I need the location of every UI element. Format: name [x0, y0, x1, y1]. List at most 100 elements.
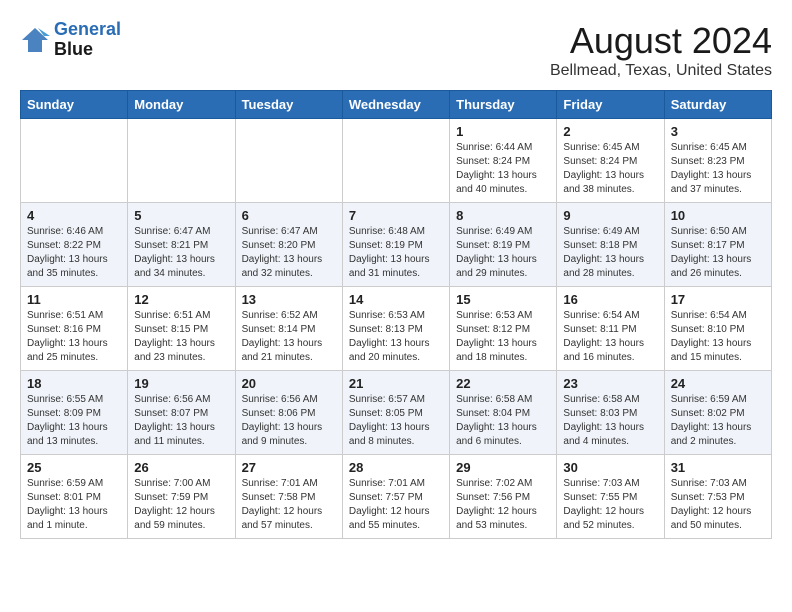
calendar-cell: 22 Sunrise: 6:58 AM Sunset: 8:04 PM Dayli… [450, 371, 557, 455]
day-info: Sunrise: 6:55 AM Sunset: 8:09 PM Dayligh… [27, 393, 121, 449]
day-number: 21 [349, 376, 443, 391]
logo-text: General Blue [54, 20, 121, 60]
day-number: 9 [563, 208, 657, 223]
day-info: Sunrise: 6:49 AM Sunset: 8:19 PM Dayligh… [456, 225, 550, 281]
day-number: 14 [349, 292, 443, 307]
calendar-cell: 14 Sunrise: 6:53 AM Sunset: 8:13 PM Dayli… [342, 287, 449, 371]
day-info: Sunrise: 6:52 AM Sunset: 8:14 PM Dayligh… [242, 309, 336, 365]
day-info: Sunrise: 6:53 AM Sunset: 8:12 PM Dayligh… [456, 309, 550, 365]
day-number: 28 [349, 460, 443, 475]
week-row-2: 4 Sunrise: 6:46 AM Sunset: 8:22 PM Daylig… [21, 203, 772, 287]
day-info: Sunrise: 6:58 AM Sunset: 8:04 PM Dayligh… [456, 393, 550, 449]
day-number: 15 [456, 292, 550, 307]
day-info: Sunrise: 6:51 AM Sunset: 8:16 PM Dayligh… [27, 309, 121, 365]
day-number: 13 [242, 292, 336, 307]
calendar-cell: 9 Sunrise: 6:49 AM Sunset: 8:18 PM Daylig… [557, 203, 664, 287]
day-info: Sunrise: 6:58 AM Sunset: 8:03 PM Dayligh… [563, 393, 657, 449]
calendar-cell: 12 Sunrise: 6:51 AM Sunset: 8:15 PM Dayli… [128, 287, 235, 371]
day-info: Sunrise: 7:01 AM Sunset: 7:58 PM Dayligh… [242, 477, 336, 533]
day-number: 10 [671, 208, 765, 223]
day-info: Sunrise: 7:01 AM Sunset: 7:57 PM Dayligh… [349, 477, 443, 533]
calendar-cell: 27 Sunrise: 7:01 AM Sunset: 7:58 PM Dayli… [235, 455, 342, 539]
calendar-cell: 1Sunrise: 6:44 AM Sunset: 8:24 PM Daylig… [450, 119, 557, 203]
day-number: 11 [27, 292, 121, 307]
day-number: 8 [456, 208, 550, 223]
calendar-cell [342, 119, 449, 203]
calendar-cell: 4 Sunrise: 6:46 AM Sunset: 8:22 PM Daylig… [21, 203, 128, 287]
day-number: 20 [242, 376, 336, 391]
day-info: Sunrise: 6:53 AM Sunset: 8:13 PM Dayligh… [349, 309, 443, 365]
calendar-cell: 6 Sunrise: 6:47 AM Sunset: 8:20 PM Daylig… [235, 203, 342, 287]
calendar-table: SundayMondayTuesdayWednesdayThursdayFrid… [20, 90, 772, 539]
logo: General Blue [20, 20, 121, 60]
calendar-cell: 29 Sunrise: 7:02 AM Sunset: 7:56 PM Dayli… [450, 455, 557, 539]
day-info: Sunrise: 6:50 AM Sunset: 8:17 PM Dayligh… [671, 225, 765, 281]
calendar-cell: 18 Sunrise: 6:55 AM Sunset: 8:09 PM Dayli… [21, 371, 128, 455]
day-info: Sunrise: 7:03 AM Sunset: 7:55 PM Dayligh… [563, 477, 657, 533]
calendar-cell [235, 119, 342, 203]
day-info: Sunrise: 6:54 AM Sunset: 8:10 PM Dayligh… [671, 309, 765, 365]
calendar-cell [21, 119, 128, 203]
calendar-cell: 24Sunrise: 6:59 AM Sunset: 8:02 PM Dayli… [664, 371, 771, 455]
header-cell-friday: Friday [557, 91, 664, 119]
calendar-cell: 30 Sunrise: 7:03 AM Sunset: 7:55 PM Dayli… [557, 455, 664, 539]
day-number: 25 [27, 460, 121, 475]
calendar-cell: 7 Sunrise: 6:48 AM Sunset: 8:19 PM Daylig… [342, 203, 449, 287]
calendar-cell: 20 Sunrise: 6:56 AM Sunset: 8:06 PM Dayli… [235, 371, 342, 455]
calendar-cell: 2Sunrise: 6:45 AM Sunset: 8:24 PM Daylig… [557, 119, 664, 203]
day-number: 30 [563, 460, 657, 475]
day-info: Sunrise: 6:59 AM Sunset: 8:01 PM Dayligh… [27, 477, 121, 533]
day-info: Sunrise: 6:46 AM Sunset: 8:22 PM Dayligh… [27, 225, 121, 281]
week-row-3: 11 Sunrise: 6:51 AM Sunset: 8:16 PM Dayli… [21, 287, 772, 371]
day-info: Sunrise: 6:57 AM Sunset: 8:05 PM Dayligh… [349, 393, 443, 449]
calendar-cell: 5 Sunrise: 6:47 AM Sunset: 8:21 PM Daylig… [128, 203, 235, 287]
day-number: 7 [349, 208, 443, 223]
day-info: Sunrise: 6:47 AM Sunset: 8:20 PM Dayligh… [242, 225, 336, 281]
day-number: 6 [242, 208, 336, 223]
calendar-cell: 15 Sunrise: 6:53 AM Sunset: 8:12 PM Dayli… [450, 287, 557, 371]
day-info: Sunrise: 6:54 AM Sunset: 8:11 PM Dayligh… [563, 309, 657, 365]
calendar-cell: 26Sunrise: 7:00 AM Sunset: 7:59 PM Dayli… [128, 455, 235, 539]
day-info: Sunrise: 6:47 AM Sunset: 8:21 PM Dayligh… [134, 225, 228, 281]
header-cell-tuesday: Tuesday [235, 91, 342, 119]
calendar-cell: 8 Sunrise: 6:49 AM Sunset: 8:19 PM Daylig… [450, 203, 557, 287]
day-number: 22 [456, 376, 550, 391]
day-info: Sunrise: 7:03 AM Sunset: 7:53 PM Dayligh… [671, 477, 765, 533]
header-row: SundayMondayTuesdayWednesdayThursdayFrid… [21, 91, 772, 119]
week-row-5: 25 Sunrise: 6:59 AM Sunset: 8:01 PM Dayli… [21, 455, 772, 539]
day-info: Sunrise: 6:51 AM Sunset: 8:15 PM Dayligh… [134, 309, 228, 365]
month-year-title: August 2024 [550, 20, 772, 62]
day-number: 29 [456, 460, 550, 475]
day-number: 27 [242, 460, 336, 475]
calendar-cell: 3Sunrise: 6:45 AM Sunset: 8:23 PM Daylig… [664, 119, 771, 203]
title-block: August 2024 Bellmead, Texas, United Stat… [550, 20, 772, 80]
calendar-cell: 23Sunrise: 6:58 AM Sunset: 8:03 PM Dayli… [557, 371, 664, 455]
logo-icon [20, 26, 50, 54]
day-info: Sunrise: 6:59 AM Sunset: 8:02 PM Dayligh… [671, 393, 765, 449]
day-number: 31 [671, 460, 765, 475]
header-cell-saturday: Saturday [664, 91, 771, 119]
calendar-cell: 11 Sunrise: 6:51 AM Sunset: 8:16 PM Dayli… [21, 287, 128, 371]
day-info: Sunrise: 6:48 AM Sunset: 8:19 PM Dayligh… [349, 225, 443, 281]
day-info: Sunrise: 7:02 AM Sunset: 7:56 PM Dayligh… [456, 477, 550, 533]
calendar-cell: 13 Sunrise: 6:52 AM Sunset: 8:14 PM Dayli… [235, 287, 342, 371]
day-number: 5 [134, 208, 228, 223]
calendar-cell: 10 Sunrise: 6:50 AM Sunset: 8:17 PM Dayli… [664, 203, 771, 287]
calendar-cell: 17Sunrise: 6:54 AM Sunset: 8:10 PM Dayli… [664, 287, 771, 371]
day-info: Sunrise: 6:56 AM Sunset: 8:07 PM Dayligh… [134, 393, 228, 449]
location-subtitle: Bellmead, Texas, United States [550, 62, 772, 80]
day-info: Sunrise: 6:49 AM Sunset: 8:18 PM Dayligh… [563, 225, 657, 281]
week-row-4: 18 Sunrise: 6:55 AM Sunset: 8:09 PM Dayli… [21, 371, 772, 455]
day-number: 19 [134, 376, 228, 391]
day-number: 12 [134, 292, 228, 307]
day-info: Sunrise: 6:56 AM Sunset: 8:06 PM Dayligh… [242, 393, 336, 449]
day-number: 2 [563, 124, 657, 139]
day-number: 16 [563, 292, 657, 307]
day-number: 26 [134, 460, 228, 475]
header-cell-thursday: Thursday [450, 91, 557, 119]
day-number: 18 [27, 376, 121, 391]
day-number: 4 [27, 208, 121, 223]
week-row-1: 1Sunrise: 6:44 AM Sunset: 8:24 PM Daylig… [21, 119, 772, 203]
header-cell-wednesday: Wednesday [342, 91, 449, 119]
calendar-body: 1Sunrise: 6:44 AM Sunset: 8:24 PM Daylig… [21, 119, 772, 539]
